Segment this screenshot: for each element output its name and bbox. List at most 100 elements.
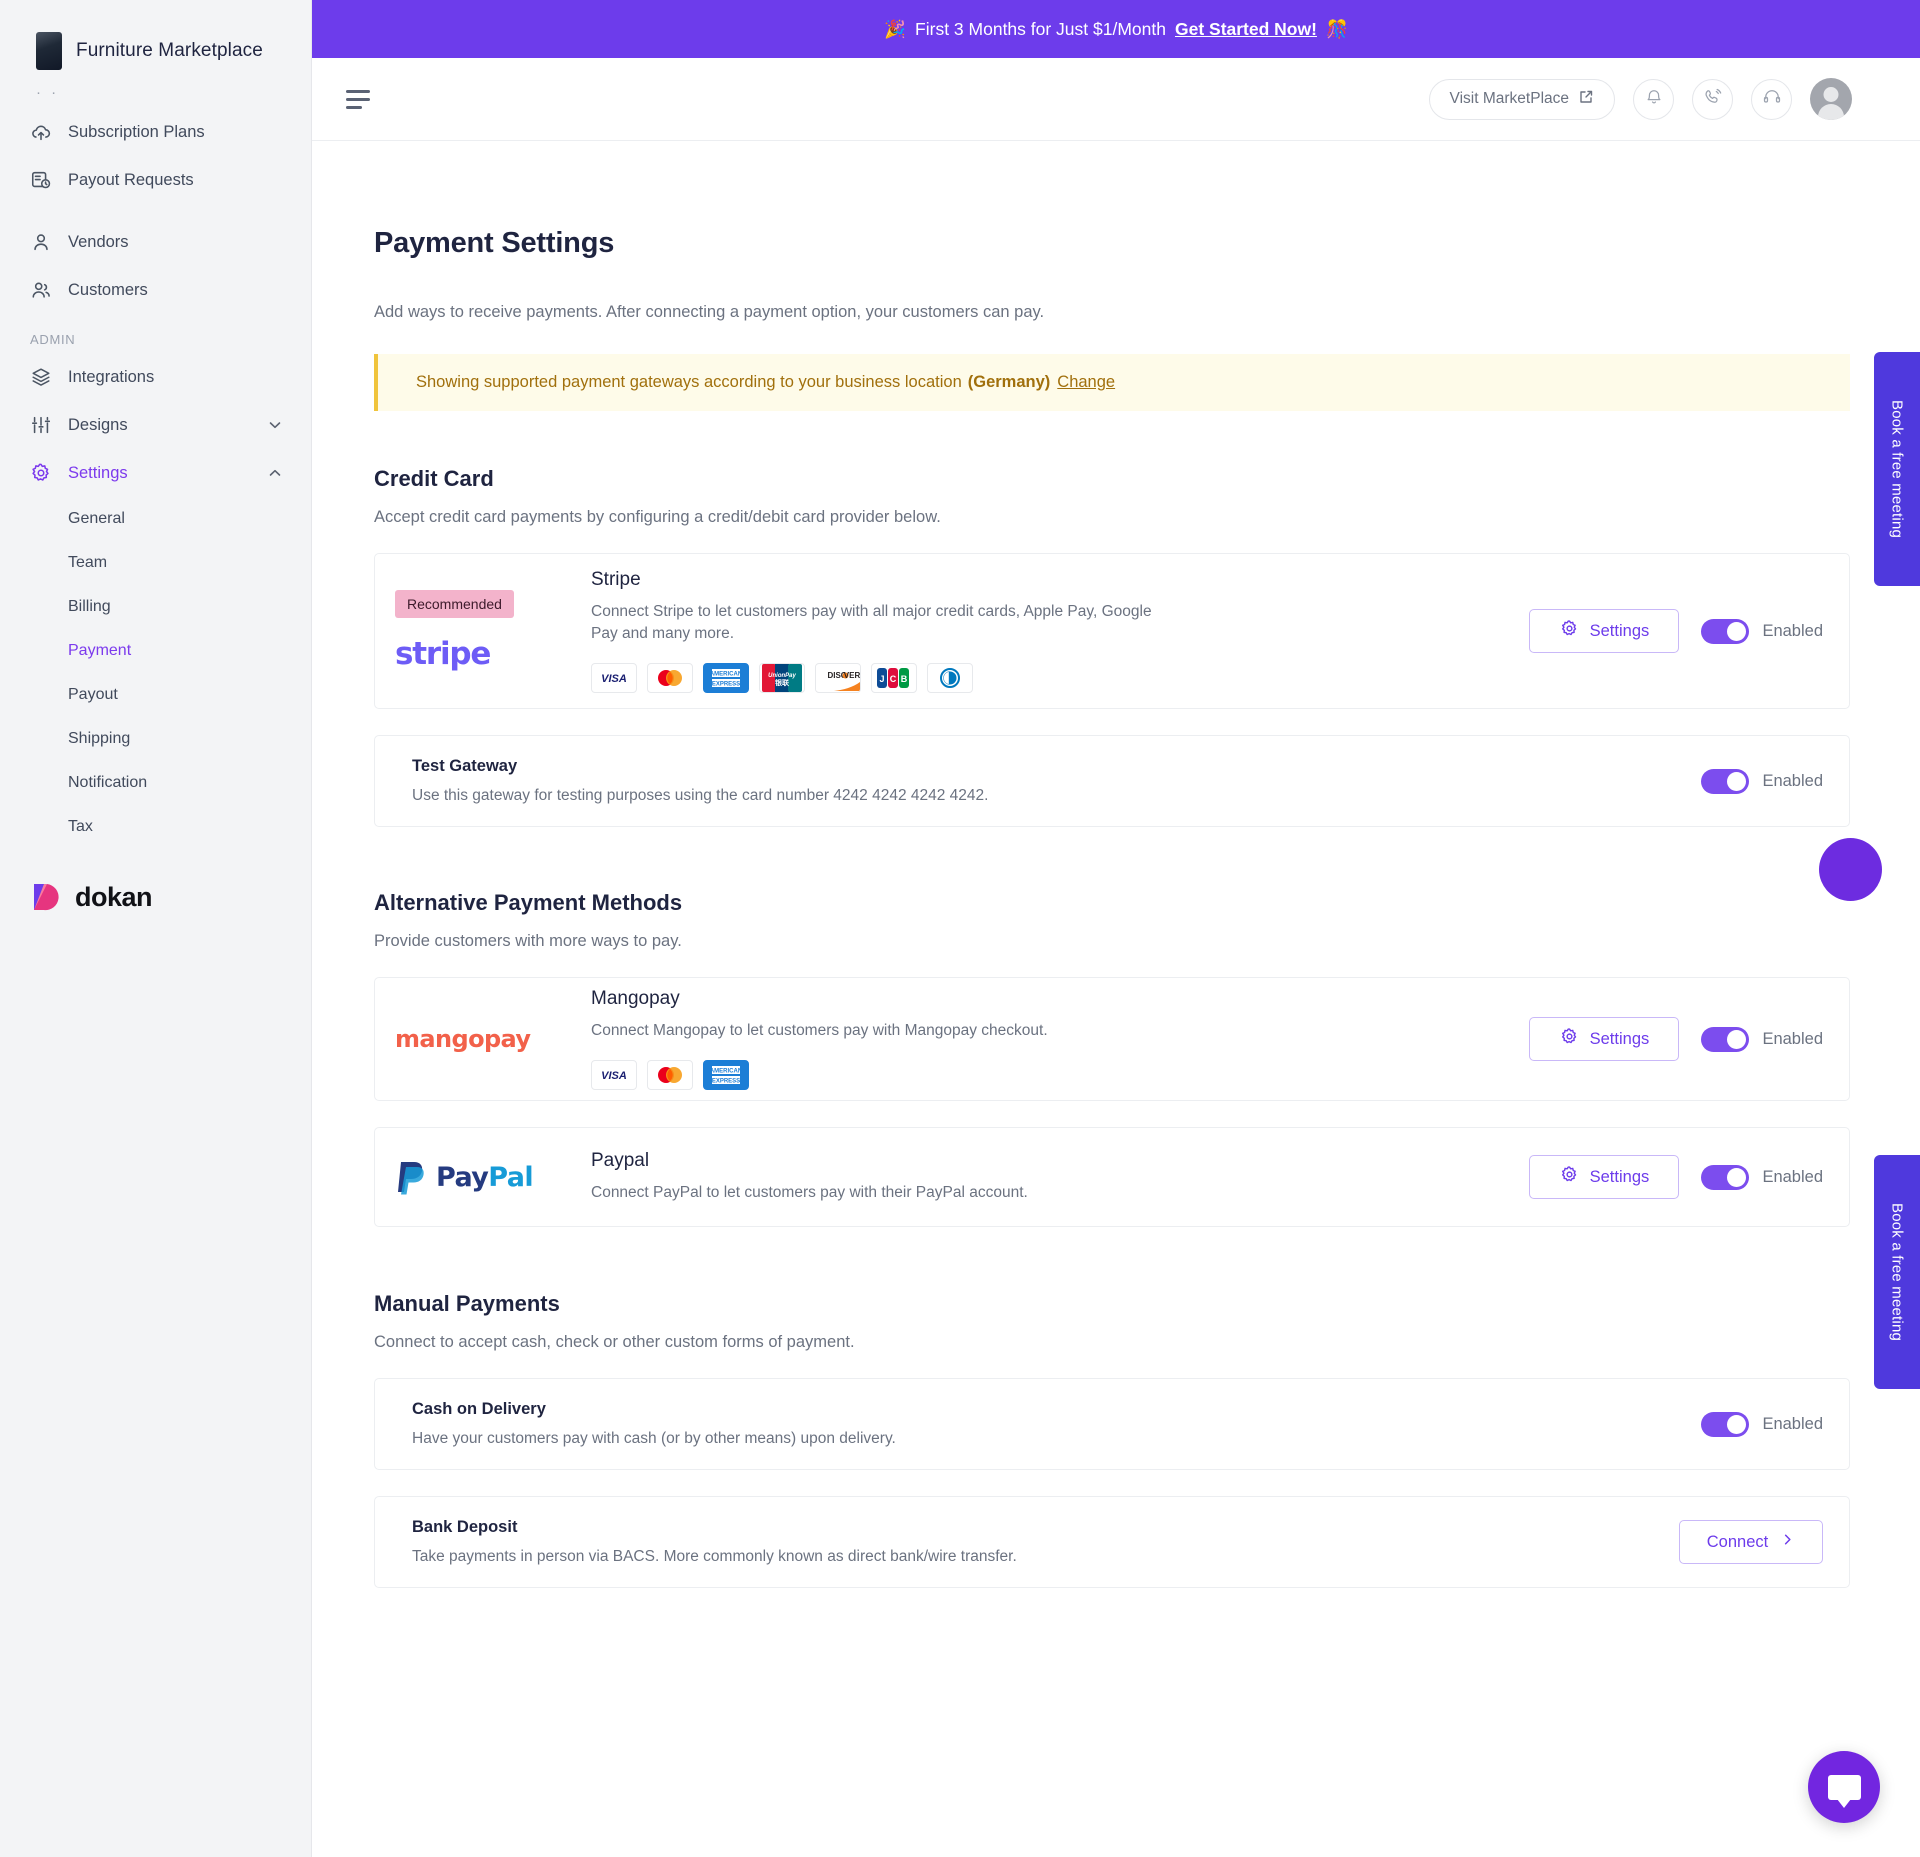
section-title: Manual Payments [374, 1291, 560, 1316]
gateway-card-mangopay: mangopay Mangopay Connect Mangopay to le… [374, 977, 1850, 1101]
gateway-description: Connect Mangopay to let customers pay wi… [591, 1021, 1048, 1039]
paypal-enable-toggle[interactable] [1701, 1164, 1750, 1190]
sidebar-item-settings-billing[interactable]: Billing [0, 585, 311, 629]
sidebar-item-settings-shipping[interactable]: Shipping [0, 717, 311, 761]
stripe-logo-col: Recommended stripe [395, 590, 591, 672]
stripe-enable-toggle[interactable] [1701, 618, 1750, 644]
mangopay-settings-button[interactable]: Settings [1529, 1017, 1680, 1061]
sidebar-item-settings-tax[interactable]: Tax [0, 805, 311, 849]
test-gateway-toggle-wrap: Enabled [1701, 768, 1823, 794]
call-support-button[interactable] [1692, 78, 1733, 120]
bank-deposit-info: Bank Deposit Take payments in person via… [395, 1518, 1679, 1566]
paypal-mark-icon [398, 1162, 424, 1195]
dokan-logo: dokan [30, 880, 153, 914]
header-actions: Visit MarketPlace [1428, 78, 1852, 120]
brand-block: Furniture Marketplace [0, 0, 311, 78]
mangopay-actions: Settings Enabled [1529, 1017, 1823, 1061]
unionpay-icon: UnionPay 银联 [759, 663, 805, 694]
gateway-description: Connect Stripe to let customers pay with… [591, 602, 1152, 642]
sidebar-item-integrations[interactable]: Integrations [0, 353, 311, 401]
sidebar-item-label: Customers [68, 280, 148, 299]
stripe-settings-button[interactable]: Settings [1529, 609, 1680, 653]
headset-icon [1762, 87, 1782, 112]
svg-text:B: B [901, 674, 908, 684]
svg-text:VISA: VISA [601, 673, 627, 685]
stripe-settings-label: Settings [1589, 621, 1650, 640]
bell-icon [1644, 87, 1664, 112]
gateway-description: Use this gateway for testing purposes us… [412, 787, 989, 804]
promo-cta-link[interactable]: Get Started Now! [1175, 19, 1317, 40]
test-gateway-toggle-label: Enabled [1762, 771, 1823, 790]
sidebar-nav: Subscription Plans Payout Requests Vendo… [0, 104, 311, 849]
paypal-logo-col: PayPal [395, 1158, 591, 1196]
gateway-name: Cash on Delivery [412, 1400, 546, 1418]
app-root: Furniture Marketplace · · Subscription P… [0, 0, 1920, 1857]
sidebar-item-settings[interactable]: Settings [0, 449, 311, 497]
svg-text:J: J [879, 674, 884, 684]
chat-widget-button[interactable] [1808, 1751, 1880, 1823]
sidebar-item-settings-payout[interactable]: Payout [0, 673, 311, 717]
mangopay-toggle-label: Enabled [1762, 1029, 1823, 1048]
menu-toggle-icon[interactable] [346, 84, 376, 114]
gear-icon [1560, 619, 1579, 643]
mangopay-enable-toggle[interactable] [1701, 1026, 1750, 1052]
supported-card-brands: VISA AMERICAN EXPRESS UnionPay 银联 DISC V… [591, 663, 1511, 694]
hamburger-line [346, 97, 370, 101]
cod-enable-toggle[interactable] [1701, 1411, 1750, 1437]
visit-marketplace-button[interactable]: Visit MarketPlace [1428, 78, 1615, 120]
section-description: Provide customers with more ways to pay. [374, 932, 682, 950]
cloud-upload-icon [30, 121, 52, 143]
gear-icon [1560, 1165, 1579, 1189]
paypal-actions: Settings Enabled [1529, 1155, 1823, 1199]
section-title: Credit Card [374, 466, 494, 491]
chevron-down-icon[interactable] [267, 417, 283, 433]
chevron-up-icon[interactable] [267, 465, 283, 481]
sidebar-item-customers[interactable]: Customers [0, 266, 311, 314]
promo-text: First 3 Months for Just $1/Month [915, 18, 1166, 39]
sidebar-item-payout-requests[interactable]: Payout Requests [0, 156, 311, 204]
book-meeting-tab-top[interactable]: Book a free meeting [1874, 352, 1920, 586]
notifications-button[interactable] [1633, 78, 1674, 120]
sidebar-item-subscription-plans[interactable]: Subscription Plans [0, 108, 311, 156]
gateway-name: Stripe [591, 568, 641, 590]
svg-text:EXPRESS: EXPRESS [712, 682, 740, 688]
floating-action-circle[interactable] [1819, 838, 1882, 901]
svg-text:VISA: VISA [601, 1070, 627, 1082]
sidebar-item-settings-team[interactable]: Team [0, 541, 311, 585]
stripe-info: Stripe Connect Stripe to let customers p… [591, 569, 1529, 694]
sidebar-item-label: Payout Requests [68, 170, 194, 189]
sidebar-item-vendors[interactable]: Vendors [0, 218, 311, 266]
receipt-clock-icon [30, 169, 52, 191]
avatar[interactable] [1810, 78, 1852, 120]
store-logo-icon [36, 32, 62, 70]
book-meeting-tab-bottom[interactable]: Book a free meeting [1874, 1155, 1920, 1389]
dokan-mark-icon [30, 880, 64, 914]
store-name: Furniture Marketplace [76, 40, 263, 61]
sidebar-item-label: Subscription Plans [68, 122, 205, 141]
mangopay-settings-label: Settings [1589, 1029, 1650, 1048]
section-title: Alternative Payment Methods [374, 890, 683, 915]
paypal-word-pay: Pay [436, 1161, 489, 1193]
mangopay-info: Mangopay Connect Mangopay to let custome… [591, 987, 1529, 1091]
gateway-name: Mangopay [591, 987, 680, 1009]
gateway-card-stripe: Recommended stripe Stripe Connect Stripe… [374, 553, 1850, 709]
help-center-button[interactable] [1751, 78, 1792, 120]
gateway-description: Have your customers pay with cash (or by… [412, 1430, 896, 1447]
test-gateway-enable-toggle[interactable] [1701, 768, 1750, 794]
svg-text:VER: VER [844, 671, 860, 680]
paypal-settings-button[interactable]: Settings [1529, 1155, 1680, 1199]
sidebar-item-label: Settings [68, 463, 128, 482]
manual-payments-section: Manual Payments Connect to accept cash, … [374, 1291, 1850, 1588]
recommended-badge: Recommended [395, 590, 514, 618]
bank-deposit-connect-button[interactable]: Connect [1679, 1520, 1823, 1564]
sidebar-item-settings-general[interactable]: General [0, 497, 311, 541]
notice-change-link[interactable]: Change [1057, 373, 1115, 392]
sidebar-item-settings-payment[interactable]: Payment [0, 629, 311, 673]
sidebar-item-designs[interactable]: Designs [0, 401, 311, 449]
sidebar-item-settings-notification[interactable]: Notification [0, 761, 311, 805]
chat-bubble-icon [1827, 1774, 1861, 1808]
mastercard-icon [647, 1060, 693, 1091]
mangopay-toggle-wrap: Enabled [1701, 1026, 1823, 1052]
page-content: Payment Settings Add ways to receive pay… [312, 141, 1920, 1588]
diners-club-icon [927, 663, 973, 694]
